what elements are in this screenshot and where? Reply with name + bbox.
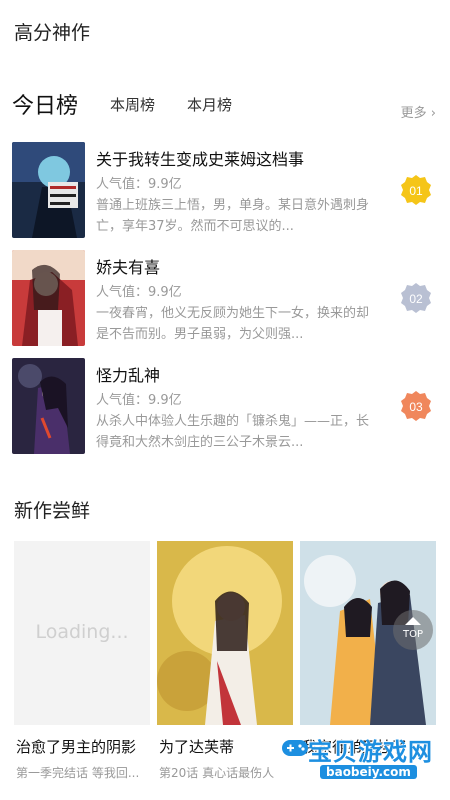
popularity: 人气值：9.9亿 (96, 393, 182, 408)
more-label[interactable]: 更多 (401, 106, 427, 121)
chevron-right-icon: › (430, 106, 436, 121)
rank-item-3[interactable]: 怪力乱神 人气值：9.9亿 从杀人中体验人生乐趣的「镰杀鬼」——正，长得竟和大然… (12, 358, 438, 456)
section-title-high-score: 高分神作 (14, 22, 91, 44)
rank-badge-icon: 03 (401, 391, 431, 421)
ranking-header: 今日榜 本周榜 本月榜 更多 › (12, 86, 438, 126)
cover-image[interactable] (12, 250, 85, 346)
badge-number: 02 (409, 292, 423, 306)
more-link[interactable]: 更多 › (401, 102, 436, 121)
tab-monthly-ranking[interactable]: 本月榜 (187, 94, 232, 115)
loading-placeholder: Loading... (35, 621, 129, 643)
comic-title[interactable]: 怪力乱神 (96, 362, 160, 386)
card-title[interactable]: 治愈了男主的阴影 (16, 736, 136, 757)
arrow-up-icon (405, 617, 421, 625)
card-subtitle: 第一季完结话 等我回... (16, 766, 140, 780)
new-work-card-2[interactable] (157, 541, 293, 725)
card-subtitle: 第20话 真心话最伤人 (159, 766, 275, 780)
description: 从杀人中体验人生乐趣的「镰杀鬼」——正，长得竟和大然木剑庄的三公子木景云... (96, 414, 370, 450)
gamepad-icon (282, 740, 308, 756)
description: 普通上班族三上悟，男，单身。某日意外遇刺身亡，享年37岁。然而不可思议的... (96, 198, 370, 234)
popularity: 人气值：9.9亿 (96, 177, 182, 192)
comic-title[interactable]: 关于我转生变成史莱姆这档事 (96, 146, 304, 170)
card-title[interactable]: 为了达芙蒂 (159, 736, 234, 757)
watermark-text: 宝贝游戏网 (308, 738, 433, 766)
description: 一夜春宵，他义无反顾为她生下一女，换来的却是不告而别。男子虽弱，为父则强... (96, 306, 370, 342)
rank-badge-icon: 01 (401, 175, 431, 205)
rank-item-1[interactable]: 关于我转生变成史莱姆这档事 人气值：9.9亿 普通上班族三上悟，男，单身。某日意… (12, 142, 438, 240)
back-to-top-button[interactable]: TOP (393, 610, 433, 650)
badge-number: 01 (409, 184, 423, 198)
badge-number: 03 (409, 400, 423, 414)
popularity: 人气值：9.9亿 (96, 285, 182, 300)
section-title-new-works: 新作尝鲜 (14, 500, 91, 522)
watermark-logo: 宝贝游戏网 baobeiy.com (280, 732, 445, 792)
cover-image (157, 541, 293, 725)
back-to-top-label: TOP (402, 629, 423, 640)
new-work-card-1[interactable]: Loading... (14, 541, 150, 725)
rank-badge-icon: 02 (401, 283, 431, 313)
rank-item-2[interactable]: 娇夫有喜 人气值：9.9亿 一夜春宵，他义无反顾为她生下一女，换来的却是不告而别… (12, 250, 438, 348)
cover-image[interactable] (12, 358, 85, 454)
tab-today-ranking[interactable]: 今日榜 (12, 88, 78, 120)
tab-weekly-ranking[interactable]: 本周榜 (110, 94, 155, 115)
watermark-url: baobeiy.com (320, 765, 417, 779)
cover-image[interactable] (12, 142, 85, 238)
comic-title[interactable]: 娇夫有喜 (96, 254, 160, 278)
